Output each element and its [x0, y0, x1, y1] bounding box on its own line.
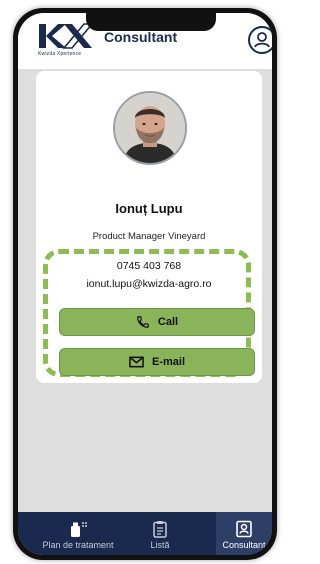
page-title: Consultant [104, 29, 178, 45]
consultant-avatar [113, 91, 187, 165]
consultant-card: Ionuț Lupu Product Manager Vineyard 0745… [36, 71, 262, 383]
consultant-role: Product Manager Vineyard [92, 231, 206, 242]
phone-notch [86, 13, 216, 31]
consultant-phone[interactable]: 0745 403 768 [36, 260, 262, 272]
email-button[interactable]: E-mail [59, 348, 255, 376]
consultant-email[interactable]: ionut.lupu@kwizda-agro.ro [36, 278, 262, 290]
profile-button[interactable] [248, 26, 272, 54]
phone-frame: Kwizda Xperience Consultant Ionuț Lupu P… [13, 8, 277, 560]
nav-item-label: Listă [150, 539, 170, 550]
call-button[interactable]: Call [59, 308, 255, 336]
envelope-icon [129, 356, 144, 368]
phone-icon [136, 315, 150, 329]
user-circle-icon [254, 32, 270, 48]
email-button-label: E-mail [151, 356, 185, 368]
nav-item-label: Plan de tratament [42, 539, 114, 550]
contact-card-icon [235, 518, 253, 538]
consultant-photo [115, 93, 185, 163]
nav-item-consultant[interactable]: Consultant [216, 512, 272, 555]
nav-item-plan-de-tratament[interactable]: Plan de tratament [28, 512, 128, 555]
app-screen: Kwizda Xperience Consultant Ionuț Lupu P… [18, 13, 272, 555]
nav-item-lista[interactable]: Listă [130, 512, 190, 555]
consultant-name: Ionuț Lupu [115, 201, 183, 216]
sprayer-icon [67, 518, 89, 538]
clipboard-list-icon [152, 518, 168, 538]
kwizda-logo-mark [39, 23, 94, 49]
bottom-nav: Plan de tratament Listă Consultant [18, 512, 272, 555]
logo-text: Kwizda Xperience [38, 51, 82, 57]
call-button-label: Call [157, 316, 179, 328]
nav-item-label: Consultant [222, 539, 266, 550]
